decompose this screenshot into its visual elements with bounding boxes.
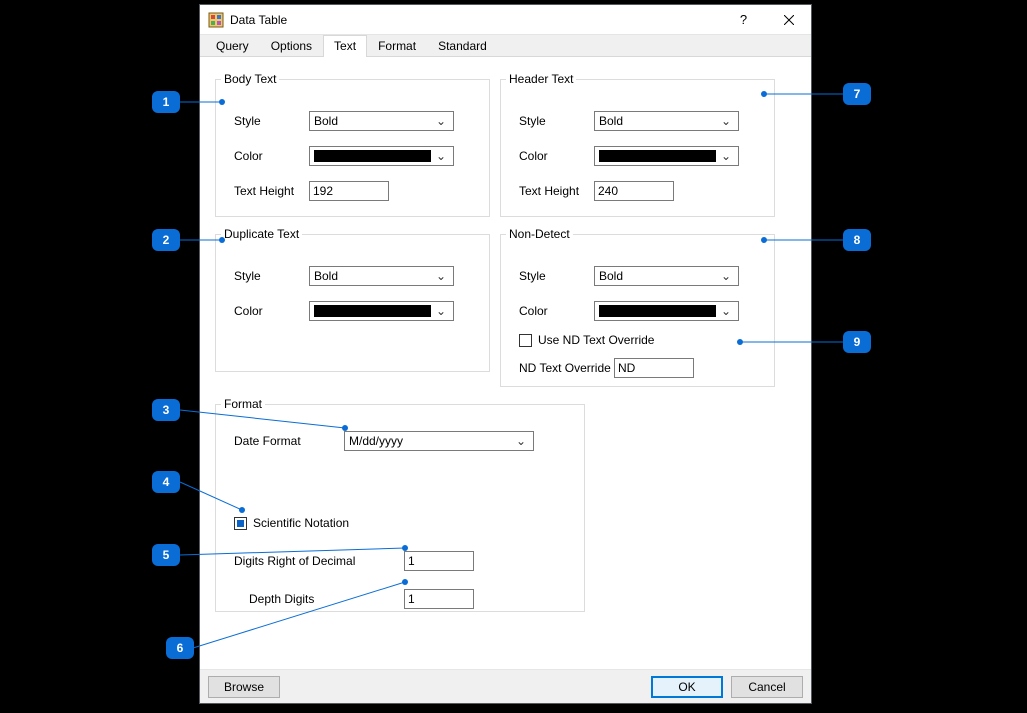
header-style-value: Bold [599, 114, 718, 128]
nd-style-combo[interactable]: Bold ⌄ [594, 266, 739, 286]
dup-style-value: Bold [314, 269, 433, 283]
body-style-combo[interactable]: Bold ⌄ [309, 111, 454, 131]
ok-button[interactable]: OK [651, 676, 723, 698]
chevron-down-icon: ⌄ [718, 269, 734, 283]
header-style-combo[interactable]: Bold ⌄ [594, 111, 739, 131]
callout-2: 2 [152, 229, 180, 251]
nd-use-override-label: Use ND Text Override [538, 333, 654, 347]
checkbox-checked-icon [234, 517, 247, 530]
tab-format[interactable]: Format [367, 35, 427, 56]
chevron-down-icon: ⌄ [718, 149, 734, 163]
group-non-detect-legend: Non-Detect [506, 227, 573, 241]
browse-button[interactable]: Browse [208, 676, 280, 698]
dup-style-label: Style [234, 269, 309, 283]
chevron-down-icon: ⌄ [718, 304, 734, 318]
group-header-text: Header Text Style Bold ⌄ Color ⌄ Text He… [500, 72, 775, 217]
tab-content: Body Text Style Bold ⌄ Color ⌄ Text Heig… [200, 57, 811, 669]
callout-1: 1 [152, 91, 180, 113]
callout-3: 3 [152, 399, 180, 421]
body-color-swatch [314, 150, 431, 162]
group-duplicate-text: Duplicate Text Style Bold ⌄ Color ⌄ [215, 227, 490, 372]
scientific-notation-label: Scientific Notation [253, 516, 349, 530]
dup-color-swatch [314, 305, 431, 317]
window-title: Data Table [230, 13, 721, 27]
help-button[interactable]: ? [721, 5, 766, 34]
titlebar: Data Table ? [200, 5, 811, 35]
close-button[interactable] [766, 5, 811, 34]
group-format: Format Date Format M/dd/yyyy ⌄ Scientifi… [215, 397, 585, 612]
nd-color-swatch [599, 305, 716, 317]
callout-7: 7 [843, 83, 871, 105]
header-style-label: Style [519, 114, 594, 128]
body-height-label: Text Height [234, 184, 309, 198]
depth-digits-input[interactable]: 1 [404, 589, 474, 609]
header-color-combo[interactable]: ⌄ [594, 146, 739, 166]
nd-color-label: Color [519, 304, 594, 318]
body-height-input[interactable]: 192 [309, 181, 389, 201]
callout-4: 4 [152, 471, 180, 493]
nd-style-label: Style [519, 269, 594, 283]
chevron-down-icon: ⌄ [433, 304, 449, 318]
group-non-detect: Non-Detect Style Bold ⌄ Color ⌄ Use ND T… [500, 227, 775, 387]
date-format-combo[interactable]: M/dd/yyyy ⌄ [344, 431, 534, 451]
header-color-swatch [599, 150, 716, 162]
callout-9: 9 [843, 331, 871, 353]
tab-query[interactable]: Query [205, 35, 260, 56]
chevron-down-icon: ⌄ [718, 114, 734, 128]
tab-text[interactable]: Text [323, 35, 367, 57]
date-format-value: M/dd/yyyy [349, 434, 513, 448]
nd-color-combo[interactable]: ⌄ [594, 301, 739, 321]
body-color-label: Color [234, 149, 309, 163]
tab-strip: Query Options Text Format Standard [200, 35, 811, 57]
nd-use-override-checkbox[interactable]: Use ND Text Override [519, 333, 654, 347]
group-body-text: Body Text Style Bold ⌄ Color ⌄ Text Heig… [215, 72, 490, 217]
digits-decimal-input[interactable]: 1 [404, 551, 474, 571]
group-duplicate-text-legend: Duplicate Text [221, 227, 302, 241]
chevron-down-icon: ⌄ [513, 434, 529, 448]
body-style-value: Bold [314, 114, 433, 128]
callout-6: 6 [166, 637, 194, 659]
group-header-text-legend: Header Text [506, 72, 576, 86]
dup-color-combo[interactable]: ⌄ [309, 301, 454, 321]
header-color-label: Color [519, 149, 594, 163]
group-format-legend: Format [221, 397, 265, 411]
checkbox-icon [519, 334, 532, 347]
digits-decimal-label: Digits Right of Decimal [234, 554, 404, 568]
nd-override-label: ND Text Override [519, 361, 614, 375]
callout-5: 5 [152, 544, 180, 566]
tab-standard[interactable]: Standard [427, 35, 498, 56]
depth-digits-label: Depth Digits [249, 592, 404, 606]
header-height-label: Text Height [519, 184, 594, 198]
dialog-window: Data Table ? Query Options Text Format S… [199, 4, 812, 704]
scientific-notation-checkbox[interactable]: Scientific Notation [234, 516, 349, 530]
app-icon [208, 12, 224, 28]
header-height-input[interactable]: 240 [594, 181, 674, 201]
nd-override-input[interactable]: ND [614, 358, 694, 378]
dup-color-label: Color [234, 304, 309, 318]
group-body-text-legend: Body Text [221, 72, 279, 86]
nd-style-value: Bold [599, 269, 718, 283]
chevron-down-icon: ⌄ [433, 149, 449, 163]
chevron-down-icon: ⌄ [433, 114, 449, 128]
date-format-label: Date Format [234, 434, 344, 448]
body-color-combo[interactable]: ⌄ [309, 146, 454, 166]
cancel-button[interactable]: Cancel [731, 676, 803, 698]
tab-options[interactable]: Options [260, 35, 323, 56]
footer: Browse OK Cancel [200, 669, 811, 703]
callout-8: 8 [843, 229, 871, 251]
body-style-label: Style [234, 114, 309, 128]
chevron-down-icon: ⌄ [433, 269, 449, 283]
dup-style-combo[interactable]: Bold ⌄ [309, 266, 454, 286]
